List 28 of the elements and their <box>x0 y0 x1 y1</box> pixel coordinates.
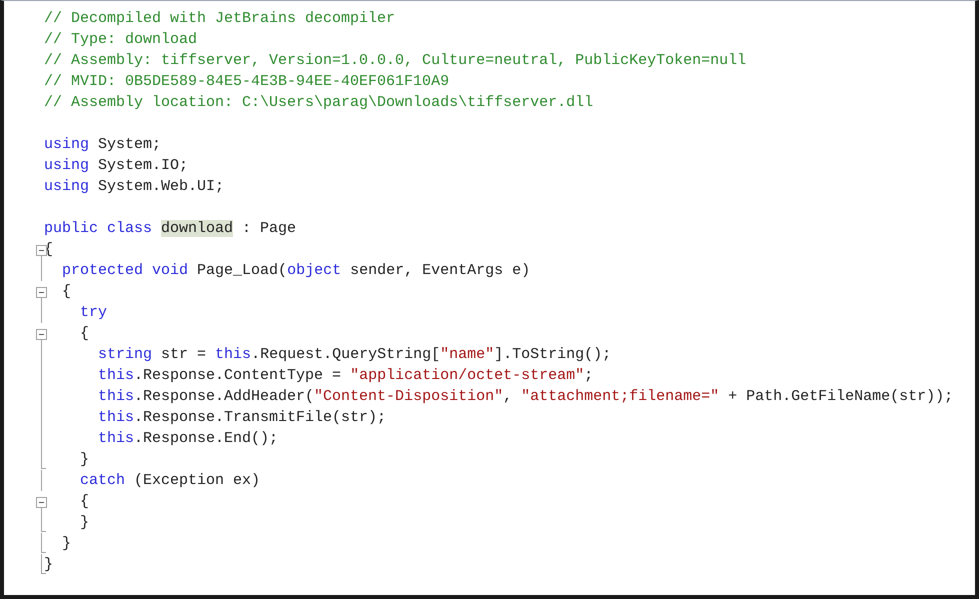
code-line: protected void Page_Load(object sender, EventArgs e) <box>61 261 530 281</box>
code-line: } <box>44 555 54 575</box>
code-line: } <box>61 534 72 554</box>
code-line: // Assembly: tiffserver, Version=1.0.0.0, Culture=neutral, PublicKeyToken=null <box>44 51 746 71</box>
code-line: using System.IO; <box>44 156 188 176</box>
code-line: this.Response.End(); <box>97 429 278 449</box>
collapse-button[interactable] <box>36 497 47 508</box>
code-line: } <box>79 513 90 533</box>
code-line: } <box>79 450 90 470</box>
code-line: { <box>79 324 90 344</box>
collapse-button[interactable] <box>36 287 47 298</box>
code-line: // Decompiled with JetBrains decompiler <box>44 9 396 29</box>
code-line: public class download : Page <box>44 219 296 239</box>
code-line: using System; <box>44 135 162 155</box>
code-line: // MVID: 0B5DE589-84E5-4E3B-94EE-40EF061F10A9 <box>44 72 450 92</box>
code-line: string str = this.Request.QueryString["name"].ToString(); <box>97 345 612 365</box>
code-line: this.Response.TransmitFile(str); <box>97 408 386 428</box>
code-line: catch (Exception ex) <box>79 471 260 491</box>
code-line: this.Response.AddHeader("Content-Disposition", "attachment;filename=" + Path.GetFileName(str)); <box>97 387 954 407</box>
collapse-button[interactable] <box>36 329 47 340</box>
code-line: try <box>79 303 108 323</box>
code-line: this.Response.ContentType = "application/octet-stream"; <box>97 366 594 386</box>
code-line: using System.Web.UI; <box>44 177 224 197</box>
code-line: // Type: download <box>44 30 198 50</box>
code-line: // Assembly location: C:\Users\parag\Downloads\tiffserver.dll <box>44 93 594 113</box>
code-line: { <box>61 282 72 302</box>
collapse-button[interactable] <box>36 245 47 256</box>
code-line: { <box>79 492 90 512</box>
